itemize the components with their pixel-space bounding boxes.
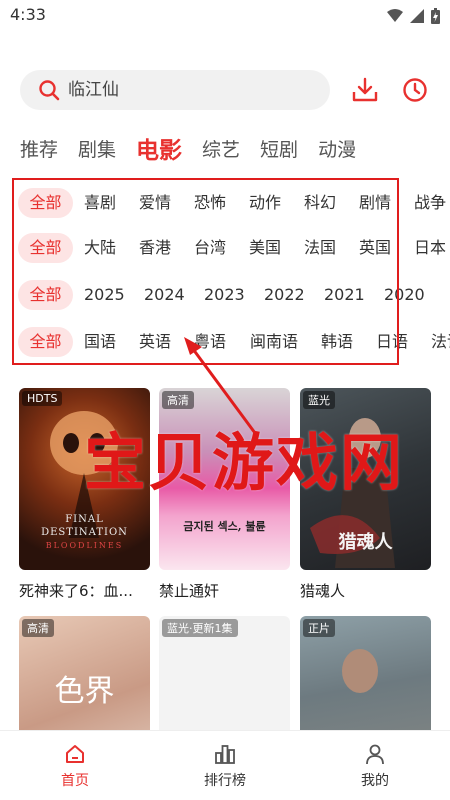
search-input[interactable] bbox=[68, 80, 308, 100]
filter-chip[interactable]: 战争 bbox=[414, 188, 446, 218]
profile-icon bbox=[366, 744, 384, 765]
tab-recommend[interactable]: 推荐 bbox=[20, 135, 58, 162]
poster-text: FINAL bbox=[65, 514, 104, 525]
nav-profile[interactable]: 我的 bbox=[300, 731, 450, 800]
movie-poster: 正片 bbox=[300, 616, 431, 730]
history-clock-icon bbox=[403, 78, 427, 102]
home-icon bbox=[66, 745, 84, 763]
battery-charging-icon bbox=[431, 8, 440, 24]
poster-text: 色界 bbox=[54, 674, 115, 709]
filter-chip[interactable]: 2020 bbox=[384, 280, 425, 310]
movie-card[interactable]: 高清 色界 bbox=[19, 616, 150, 730]
filter-chip-all[interactable]: 全部 bbox=[18, 280, 73, 310]
status-icons bbox=[387, 8, 440, 24]
tab-variety[interactable]: 综艺 bbox=[202, 135, 240, 162]
filter-chip[interactable]: 法语 bbox=[431, 327, 450, 357]
movie-poster: 高清 色界 bbox=[19, 616, 150, 730]
filter-chip-all[interactable]: 全部 bbox=[18, 327, 73, 357]
quality-badge: 正片 bbox=[303, 619, 335, 637]
poster-text: DESTINATION bbox=[41, 527, 128, 538]
movie-poster: 蓝光·更新1集 bbox=[159, 616, 290, 730]
filter-row-region: 全部 大陆 香港 台湾 美国 法国 英国 日本 bbox=[0, 233, 450, 265]
movie-title: 猎魂人 bbox=[300, 582, 346, 600]
filter-chip[interactable]: 美国 bbox=[249, 233, 281, 263]
poster-text: BLOODLINES bbox=[45, 541, 124, 550]
filter-chip[interactable]: 香港 bbox=[139, 233, 171, 263]
nav-home[interactable]: 首页 bbox=[0, 731, 150, 800]
signal-icon bbox=[410, 9, 424, 23]
tab-anime[interactable]: 动漫 bbox=[318, 135, 356, 162]
filter-chip[interactable]: 剧情 bbox=[359, 188, 391, 218]
filter-chip-all[interactable]: 全部 bbox=[18, 233, 73, 263]
search-box[interactable] bbox=[20, 70, 330, 110]
poster-text: 猎魂人 bbox=[338, 532, 393, 553]
filter-chip[interactable]: 恐怖 bbox=[194, 188, 226, 218]
nav-home-label: 首页 bbox=[61, 773, 89, 789]
filter-chip[interactable]: 动作 bbox=[249, 188, 281, 218]
filter-chip[interactable]: 国语 bbox=[84, 327, 116, 357]
filter-chip[interactable]: 2024 bbox=[144, 280, 185, 310]
quality-badge: 蓝光·更新1集 bbox=[162, 619, 238, 637]
filter-chip[interactable]: 法国 bbox=[304, 233, 336, 263]
filter-chip[interactable]: 科幻 bbox=[304, 188, 336, 218]
filter-row-genre: 全部 喜剧 爱情 恐怖 动作 科幻 剧情 战争 bbox=[0, 188, 450, 220]
nav-profile-label: 我的 bbox=[361, 773, 389, 789]
search-icon bbox=[39, 80, 60, 101]
download-button[interactable] bbox=[351, 76, 379, 104]
quality-badge: 高清 bbox=[22, 619, 54, 637]
annotation-arrow-icon bbox=[184, 337, 257, 434]
filter-chip[interactable]: 大陆 bbox=[84, 233, 116, 263]
quality-badge: HDTS bbox=[22, 391, 63, 406]
filter-chip[interactable]: 2021 bbox=[324, 280, 365, 310]
status-bar: 4:33 bbox=[0, 0, 450, 34]
nav-ranking[interactable]: 排行榜 bbox=[150, 731, 300, 800]
filter-chip[interactable]: 2022 bbox=[264, 280, 305, 310]
filter-chip[interactable]: 喜剧 bbox=[84, 188, 116, 218]
poster-text: 금지된 섹스, 불륜 bbox=[183, 520, 266, 533]
status-time: 4:33 bbox=[10, 5, 46, 24]
filter-chip[interactable]: 日本 bbox=[414, 233, 446, 263]
nav-ranking-label: 排行榜 bbox=[204, 773, 246, 789]
tab-movies[interactable]: 电影 bbox=[136, 131, 182, 165]
filter-chip[interactable]: 英国 bbox=[359, 233, 391, 263]
filter-chip-all[interactable]: 全部 bbox=[18, 188, 73, 218]
filter-chip[interactable]: 2023 bbox=[204, 280, 245, 310]
filter-chip[interactable]: 日语 bbox=[376, 327, 408, 357]
filter-chip[interactable]: 2025 bbox=[84, 280, 125, 310]
tab-short-drama[interactable]: 短剧 bbox=[260, 135, 298, 162]
category-tabs: 推荐 剧集 电影 综艺 短剧 动漫 bbox=[0, 128, 450, 168]
quality-badge: 蓝光 bbox=[303, 391, 335, 409]
movie-title: 禁止通奸 bbox=[159, 582, 220, 600]
filter-chip[interactable]: 爱情 bbox=[139, 188, 171, 218]
download-icon bbox=[352, 77, 378, 102]
tab-series[interactable]: 剧集 bbox=[78, 135, 116, 162]
filter-chip[interactable]: 英语 bbox=[139, 327, 171, 357]
movie-title: 死神来了6：血... bbox=[19, 582, 133, 600]
filter-row-year: 全部 2025 2024 2023 2022 2021 2020 bbox=[0, 280, 450, 312]
history-button[interactable] bbox=[401, 76, 429, 104]
filter-chip[interactable]: 台湾 bbox=[194, 233, 226, 263]
wifi-icon bbox=[387, 9, 403, 22]
movie-card[interactable]: 正片 bbox=[300, 616, 431, 730]
ranking-chart-icon bbox=[215, 745, 235, 764]
filter-chip[interactable]: 韩语 bbox=[321, 327, 353, 357]
search-row bbox=[0, 70, 450, 110]
movie-card[interactable]: 蓝光·更新1集 bbox=[159, 616, 290, 730]
bottom-navigation: 首页 排行榜 我的 bbox=[0, 730, 450, 800]
